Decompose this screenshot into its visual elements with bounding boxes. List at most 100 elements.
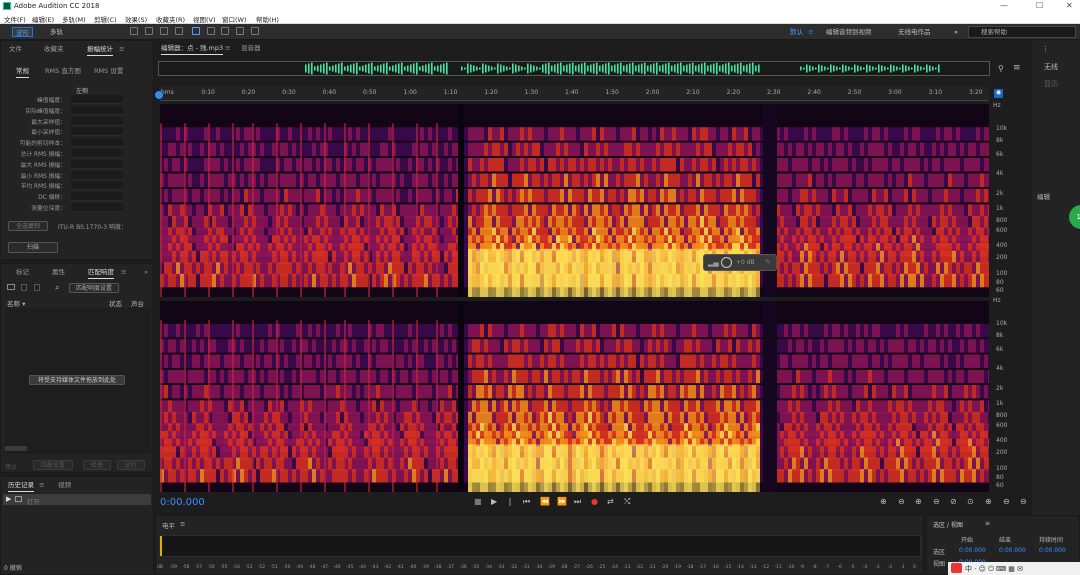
selection-start[interactable]: 0:00.000 [959,547,986,554]
tab-video[interactable]: 视频 [58,479,71,491]
panel-menu-icon[interactable]: ≡ [985,520,990,527]
rewind-icon[interactable]: ⏪ [540,497,550,506]
ime-icon[interactable] [951,563,962,573]
play-icon[interactable]: ▶ [491,497,497,506]
pin-icon[interactable]: ✎ [765,258,771,266]
tab-history[interactable]: 历史记录 [8,479,34,492]
maximize-icon[interactable]: ☐ [1036,1,1043,10]
menu-effects[interactable]: 效果(S) [125,14,147,24]
pause-icon[interactable]: ‖ [508,497,512,506]
multitrack-view-button[interactable]: 多轨 [50,27,63,37]
menu-clip[interactable]: 剪辑(C) [94,14,117,24]
menu-window[interactable]: 窗口(W) [222,14,247,24]
zoom-in-amplitude-icon[interactable]: ⊕ [880,497,887,506]
check-button[interactable]: 检查 [83,460,111,470]
column-channel[interactable]: 声台 [131,298,144,308]
spectrogram-left-channel[interactable] [160,104,989,297]
fast-forward-icon[interactable]: ⏩ [557,497,567,506]
minimize-icon[interactable]: — [1000,1,1008,10]
zoom-selection-icon[interactable]: ⊙ [967,497,974,506]
waveform-view-button[interactable]: 波形 [12,27,33,37]
skip-icon[interactable]: ⤭ [624,497,630,507]
tray-icons[interactable]: 中 · ☺ ⏻ ⌨ ▦ ✉ [965,564,1023,574]
loop-icon[interactable]: ⇄ [607,497,614,506]
volume-hud[interactable]: ▂▄ +0 dB ✎ [703,254,777,271]
zoom-out-amplitude-icon[interactable]: ⊖ [898,497,905,506]
scrollbar-thumb[interactable] [5,446,27,451]
panel-menu-icon[interactable]: ≡ [225,42,230,54]
spectral-display-icon[interactable] [130,27,138,35]
column-status[interactable]: 状态 [109,298,122,308]
tab-files[interactable]: 文件 [9,43,22,55]
tab-markers[interactable]: 标记 [16,266,29,278]
tab-amplitude-stats[interactable]: 振幅统计 [87,43,113,56]
panel-menu-icon[interactable]: ≡ [119,43,124,55]
tab-general[interactable]: 常规 [16,65,29,78]
razor-tool-icon[interactable] [160,27,168,35]
panel-menu-icon[interactable]: ⋮ [1042,45,1049,53]
volume-knob-icon[interactable] [721,257,732,268]
workspace-default[interactable]: 默认 [790,27,803,37]
delete-icon[interactable] [21,284,27,291]
workspace-video[interactable]: 编辑音频到视频 [826,27,872,37]
tab-rms-settings[interactable]: RMS 设置 [94,65,123,77]
spot-healing-icon[interactable] [251,27,259,35]
marquee-icon[interactable] [207,27,215,35]
workspace-radio[interactable]: 无线电作品 [898,27,931,37]
menu-view[interactable]: 视图(V) [193,14,216,24]
match-settings-footer-button[interactable]: 匹配设置 [33,460,73,470]
more-workspaces-icon[interactable]: » [954,27,958,37]
move-tool-icon[interactable] [145,27,153,35]
copy-all-button[interactable]: 全选复制 [8,221,48,231]
tab-rms-histogram[interactable]: RMS 直方图 [45,65,81,77]
selection-end[interactable]: 0:00.000 [999,547,1026,554]
zoom-out-time-icon[interactable]: ⊖ [933,497,940,506]
zoom-in-point-icon[interactable]: ⊕ [985,497,992,506]
history-item[interactable]: ▶ 打开 [3,494,151,506]
search-help-input[interactable]: 搜索帮助 [968,26,1076,38]
overview-navigator[interactable] [158,61,990,76]
floating-badge-icon[interactable]: 12 [1069,205,1080,229]
zoom-out-point-icon[interactable]: ⊖ [1003,497,1010,506]
menu-help[interactable]: 帮助(H) [256,14,279,24]
stop-button[interactable]: 停止 [5,462,17,471]
time-display[interactable]: 0:00.000 [160,497,205,508]
menu-edit[interactable]: 编辑(E) [32,14,54,24]
more-panels-icon[interactable]: » [144,266,148,278]
tab-mixer[interactable]: 混音器 [241,42,261,54]
clear-icon[interactable] [34,284,40,291]
slip-tool-icon[interactable] [175,27,183,35]
go-to-start-icon[interactable]: ⏮ [523,497,530,507]
stop-icon[interactable]: ■ [474,497,482,506]
spectrogram-right-channel[interactable] [160,301,989,492]
go-to-end-icon[interactable]: ⏭ [574,497,581,507]
tab-match-loudness[interactable]: 匹配响度 [88,266,114,279]
record-icon[interactable]: ● [591,497,598,506]
zoom-icon[interactable]: ⚲ [998,64,1004,73]
scan-button[interactable]: 扫描 [8,242,58,253]
panel-menu-icon[interactable]: ≡ [39,479,44,491]
tab-favorites[interactable]: 收藏夹 [44,43,64,55]
zoom-full-icon[interactable]: ⊘ [950,497,957,506]
column-name[interactable]: 名称 ▾ [7,298,25,308]
list-icon[interactable]: ≡ [1013,63,1021,73]
settings-icon[interactable]: ◉ [994,89,1003,98]
folder-icon[interactable] [7,284,15,290]
zoom-reset-icon[interactable]: ⊖ [1020,497,1027,506]
tab-editor[interactable]: 编辑器：点 - 残.mp3 [161,42,224,55]
menu-file[interactable]: 文件(F) [4,14,26,24]
tab-properties[interactable]: 属性 [52,266,65,278]
lasso-icon[interactable] [221,27,229,35]
playhead-handle[interactable] [155,91,163,99]
run-button[interactable]: 运行 [117,460,145,470]
panel-menu-icon[interactable]: ≡ [121,266,126,278]
zoom-in-time-icon[interactable]: ⊕ [915,497,922,506]
workspace-menu-icon[interactable]: ≡ [808,27,813,37]
search-icon[interactable]: ⌕ [55,283,59,293]
selection-duration[interactable]: 0:00.000 [1039,547,1066,554]
menu-favorites[interactable]: 收藏夹(R) [156,14,185,24]
match-settings-button[interactable]: 匹配响度设置 [69,283,119,293]
time-selection-icon[interactable] [192,27,200,35]
menu-multitrack[interactable]: 多轨(M) [62,14,86,24]
brush-icon[interactable] [236,27,244,35]
